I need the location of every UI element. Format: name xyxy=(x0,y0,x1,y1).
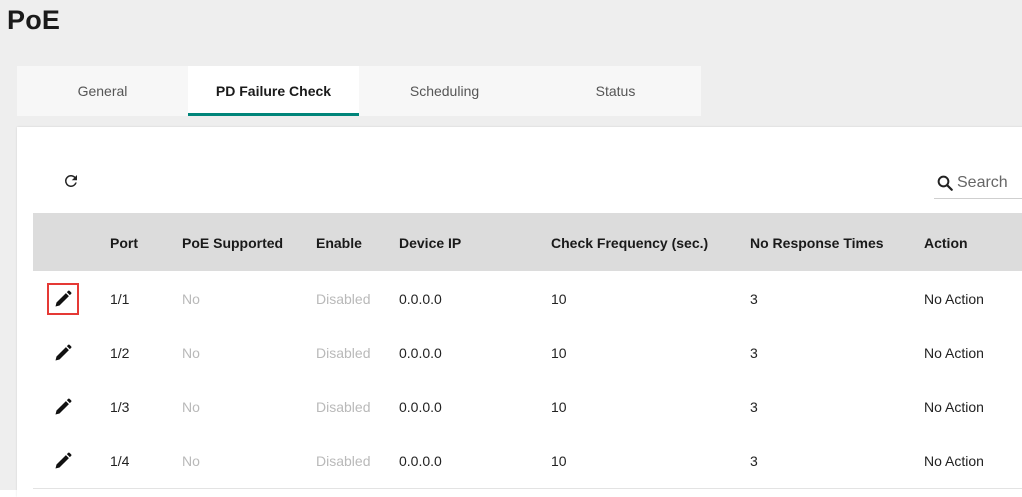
table-header: Port PoE Supported Enable Device IP Chec… xyxy=(33,213,1022,271)
tab-bar: General PD Failure Check Scheduling Stat… xyxy=(17,66,701,116)
edit-button[interactable] xyxy=(47,391,79,423)
cell-check-frequency: 10 xyxy=(551,399,567,415)
cell-action: No Action xyxy=(924,291,984,307)
cell-port: 1/3 xyxy=(110,399,130,415)
cell-poe-supported: No xyxy=(182,399,200,415)
pencil-icon xyxy=(55,344,72,361)
pencil-icon xyxy=(55,452,72,469)
column-header-check-frequency[interactable]: Check Frequency (sec.) xyxy=(551,235,708,251)
cell-device-ip: 0.0.0.0 xyxy=(399,291,442,307)
cell-action: No Action xyxy=(924,399,984,415)
cell-device-ip: 0.0.0.0 xyxy=(399,453,442,469)
cell-no-response-times: 3 xyxy=(750,291,758,307)
cell-port: 1/2 xyxy=(110,345,130,361)
tab-pd-failure-check[interactable]: PD Failure Check xyxy=(188,66,359,116)
column-header-enable[interactable]: Enable xyxy=(316,235,362,251)
refresh-icon xyxy=(64,174,77,187)
page-title: PoE xyxy=(7,5,61,35)
tab-general[interactable]: General xyxy=(17,66,188,116)
cell-device-ip: 0.0.0.0 xyxy=(399,345,442,361)
column-header-action[interactable]: Action xyxy=(924,235,968,251)
cell-no-response-times: 3 xyxy=(750,345,758,361)
column-header-port[interactable]: Port xyxy=(110,235,138,251)
refresh-button[interactable] xyxy=(60,170,82,192)
edit-button[interactable] xyxy=(47,337,79,369)
cell-enable: Disabled xyxy=(316,345,371,361)
cell-poe-supported: No xyxy=(182,453,200,469)
cell-port: 1/4 xyxy=(110,453,130,469)
cell-port: 1/1 xyxy=(110,291,130,307)
cell-no-response-times: 3 xyxy=(750,399,758,415)
tab-status[interactable]: Status xyxy=(530,66,701,116)
cell-no-response-times: 3 xyxy=(750,453,758,469)
cell-enable: Disabled xyxy=(316,453,371,469)
cell-check-frequency: 10 xyxy=(551,291,567,307)
tab-scheduling[interactable]: Scheduling xyxy=(359,66,530,116)
cell-action: No Action xyxy=(924,453,984,469)
cell-enable: Disabled xyxy=(316,399,371,415)
cell-poe-supported: No xyxy=(182,291,200,307)
table-row: 1/2 No Disabled 0.0.0.0 10 3 No Action xyxy=(33,326,1022,381)
edit-button[interactable] xyxy=(47,445,79,477)
cell-device-ip: 0.0.0.0 xyxy=(399,399,442,415)
table-row: 1/1 No Disabled 0.0.0.0 10 3 No Action xyxy=(33,272,1022,327)
pencil-icon xyxy=(55,398,72,415)
pencil-icon xyxy=(55,290,72,307)
table-row: 1/4 No Disabled 0.0.0.0 10 3 No Action xyxy=(33,434,1022,489)
search-input[interactable] xyxy=(954,174,1021,192)
cell-check-frequency: 10 xyxy=(551,345,567,361)
search-icon xyxy=(937,175,953,191)
table-row: 1/3 No Disabled 0.0.0.0 10 3 No Action xyxy=(33,380,1022,435)
column-header-poe-supported[interactable]: PoE Supported xyxy=(182,235,283,251)
search-box xyxy=(934,168,1022,199)
cell-action: No Action xyxy=(924,345,984,361)
cell-enable: Disabled xyxy=(316,291,371,307)
column-header-no-response-times[interactable]: No Response Times xyxy=(750,235,884,251)
column-header-device-ip[interactable]: Device IP xyxy=(399,235,461,251)
cell-check-frequency: 10 xyxy=(551,453,567,469)
edit-button[interactable] xyxy=(47,283,79,315)
cell-poe-supported: No xyxy=(182,345,200,361)
